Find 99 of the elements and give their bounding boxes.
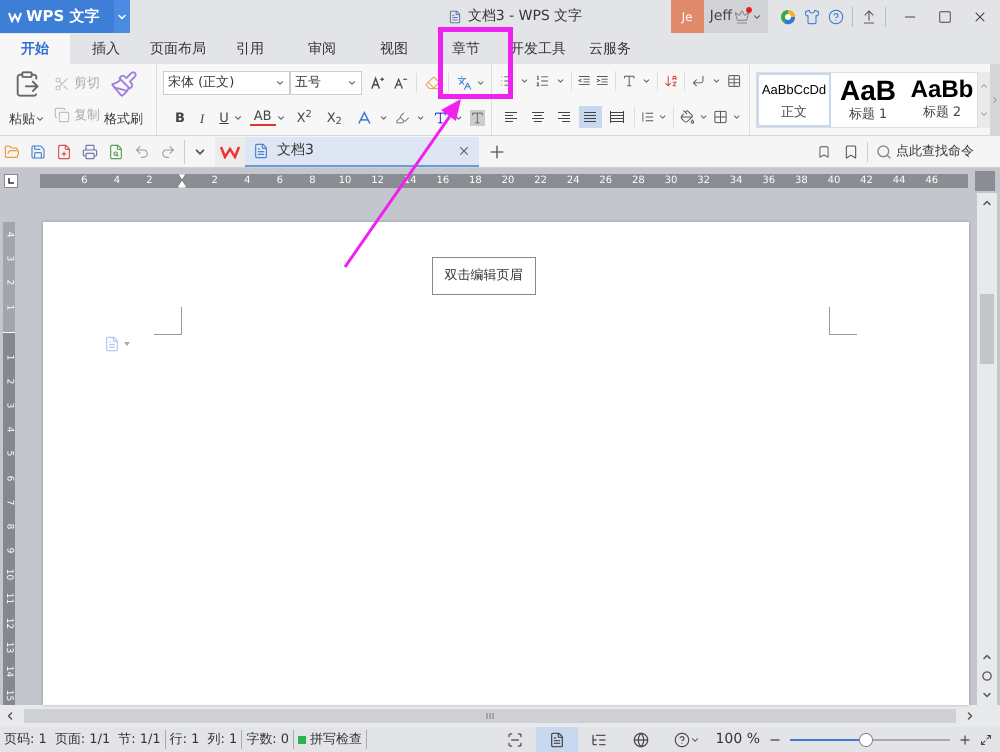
format-button[interactable]: X$^{2}$: [292, 108, 316, 128]
view-icon: [548, 732, 565, 748]
eraser-icon[interactable]: [424, 74, 440, 91]
paste-button[interactable]: 粘贴: [4, 68, 50, 131]
tab-stop-icon: [7, 176, 15, 184]
export-pdf-icon[interactable]: [56, 144, 72, 160]
ribbon-tab[interactable]: 视图: [358, 34, 430, 64]
document-tab[interactable]: 文档3: [245, 136, 479, 166]
format-button[interactable]: AB: [250, 110, 276, 126]
redo-icon[interactable]: [160, 144, 176, 160]
paragraph-mark-icon[interactable]: [691, 73, 706, 90]
bookmark-icon[interactable]: [817, 144, 831, 158]
maximize-icon[interactable]: [938, 10, 952, 24]
browse-object-icon[interactable]: [982, 671, 992, 681]
spell-check-button[interactable]: 拼写检查: [298, 730, 368, 750]
ribbon-tab[interactable]: 页面布局: [142, 34, 214, 64]
sort-icon[interactable]: [664, 73, 678, 90]
align-icon: [557, 110, 572, 123]
font-color-icon[interactable]: [432, 110, 448, 126]
phonetic-guide-icon[interactable]: [456, 74, 472, 91]
font-family-select[interactable]: 宋体 (正文): [163, 70, 290, 95]
print-preview-icon[interactable]: [108, 144, 124, 160]
style-gallery-item[interactable]: AaBb 标题 2: [905, 72, 977, 126]
highlighter-icon[interactable]: [394, 110, 410, 126]
view-icon: [590, 732, 607, 748]
scissors-icon: [54, 76, 70, 92]
view-icon: [506, 732, 523, 748]
vertical-scrollbar-thumb[interactable]: [980, 294, 994, 364]
search-icon: [876, 144, 892, 160]
wps-logo-icon: [220, 144, 240, 158]
fullscreen-icon[interactable]: [980, 734, 992, 746]
app-menu-button[interactable]: WPS 文字: [0, 0, 114, 33]
ribbon-tab[interactable]: 开始: [0, 34, 70, 64]
align-icon: [504, 110, 518, 123]
view-icon: [632, 732, 649, 748]
crown-icon: [734, 8, 750, 24]
user-menu-button[interactable]: Jeff: [704, 0, 768, 33]
document-icon: [253, 142, 269, 158]
ribbon-tab[interactable]: 插入: [70, 34, 142, 64]
document-icon: [448, 10, 462, 24]
grip-icon: [486, 713, 494, 719]
line-spacing-icon[interactable]: [641, 110, 654, 124]
ribbon-tab[interactable]: 审阅: [286, 34, 358, 64]
status-text: 页面: 1/1: [54, 730, 110, 749]
text-size-icon[interactable]: [622, 73, 636, 90]
colorful-logo-icon[interactable]: [780, 8, 796, 24]
align-icon: [583, 110, 598, 123]
command-search-field[interactable]: 点此查找命令: [876, 142, 1000, 162]
horizontal-scrollbar-thumb[interactable]: [24, 709, 956, 723]
skin-icon[interactable]: [804, 8, 820, 24]
border-icon[interactable]: [712, 108, 728, 125]
text-effect-icon[interactable]: [356, 110, 372, 126]
undo-icon[interactable]: [134, 144, 150, 160]
style-gallery-item[interactable]: AaBbCcDd 正文: [757, 72, 831, 126]
table-icon[interactable]: [726, 73, 741, 90]
ruler-toggle-button[interactable]: [975, 170, 995, 190]
status-text: 行: 1: [170, 730, 200, 749]
numbered-list-icon[interactable]: [535, 73, 550, 90]
window-title: 文档3 - WPS 文字: [468, 7, 582, 26]
document-page[interactable]: 双击编辑页眉: [43, 222, 969, 705]
format-painter-button[interactable]: 格式刷: [104, 68, 143, 131]
style-gallery-item[interactable]: AaB 标题 1: [831, 72, 905, 126]
vertical-ruler: 4 3 2 1 1 2 3 4 5 6 7 8 9 10 11 12 13 14 15: [3, 222, 15, 708]
wps-home-tab[interactable]: [215, 136, 245, 166]
tab-stop-selector[interactable]: [4, 174, 18, 188]
zoom-slider-thumb[interactable]: [858, 732, 873, 746]
zoom-slider-track[interactable]: [790, 732, 950, 746]
margin-corner-mark: [829, 307, 857, 335]
character-shading-icon[interactable]: [470, 110, 486, 126]
zoom-in-icon[interactable]: [958, 732, 972, 746]
header-edit-hint[interactable]: 双击编辑页眉: [432, 257, 536, 294]
align-icon: [530, 110, 545, 123]
wps-logo-icon: [8, 10, 22, 22]
format-button[interactable]: I: [196, 108, 208, 128]
font-size-select[interactable]: 五号: [290, 70, 362, 95]
ribbon-tab[interactable]: 引用: [214, 34, 286, 64]
status-text: 页码: 1: [4, 730, 47, 749]
format-button[interactable]: X$_{2}$: [322, 108, 346, 128]
margin-corner-mark: [154, 307, 182, 335]
zoom-level[interactable]: 100 %: [716, 729, 760, 750]
paint-bucket-icon[interactable]: [680, 108, 696, 125]
print-icon[interactable]: [82, 144, 98, 160]
save-icon[interactable]: [30, 144, 46, 160]
status-text: 字数: 0: [246, 730, 290, 749]
grow-font-icon[interactable]: [370, 74, 385, 91]
indent-marker-icon[interactable]: [178, 174, 186, 188]
ribbon-tab[interactable]: 云服务: [574, 34, 646, 64]
help-icon[interactable]: [828, 8, 844, 24]
format-button[interactable]: B: [171, 108, 189, 128]
status-text: 列: 1: [207, 730, 238, 749]
status-text: 节: 1/1: [118, 730, 161, 749]
align-button[interactable]: [579, 106, 602, 128]
copy-icon: [54, 107, 70, 124]
view-mode-button[interactable]: [536, 727, 578, 752]
format-button[interactable]: U: [215, 108, 233, 128]
align-icon: [610, 110, 624, 123]
ribbon-tab[interactable]: 章节: [430, 34, 502, 64]
upload-icon[interactable]: [861, 8, 877, 24]
paintbrush-icon: [110, 70, 138, 98]
